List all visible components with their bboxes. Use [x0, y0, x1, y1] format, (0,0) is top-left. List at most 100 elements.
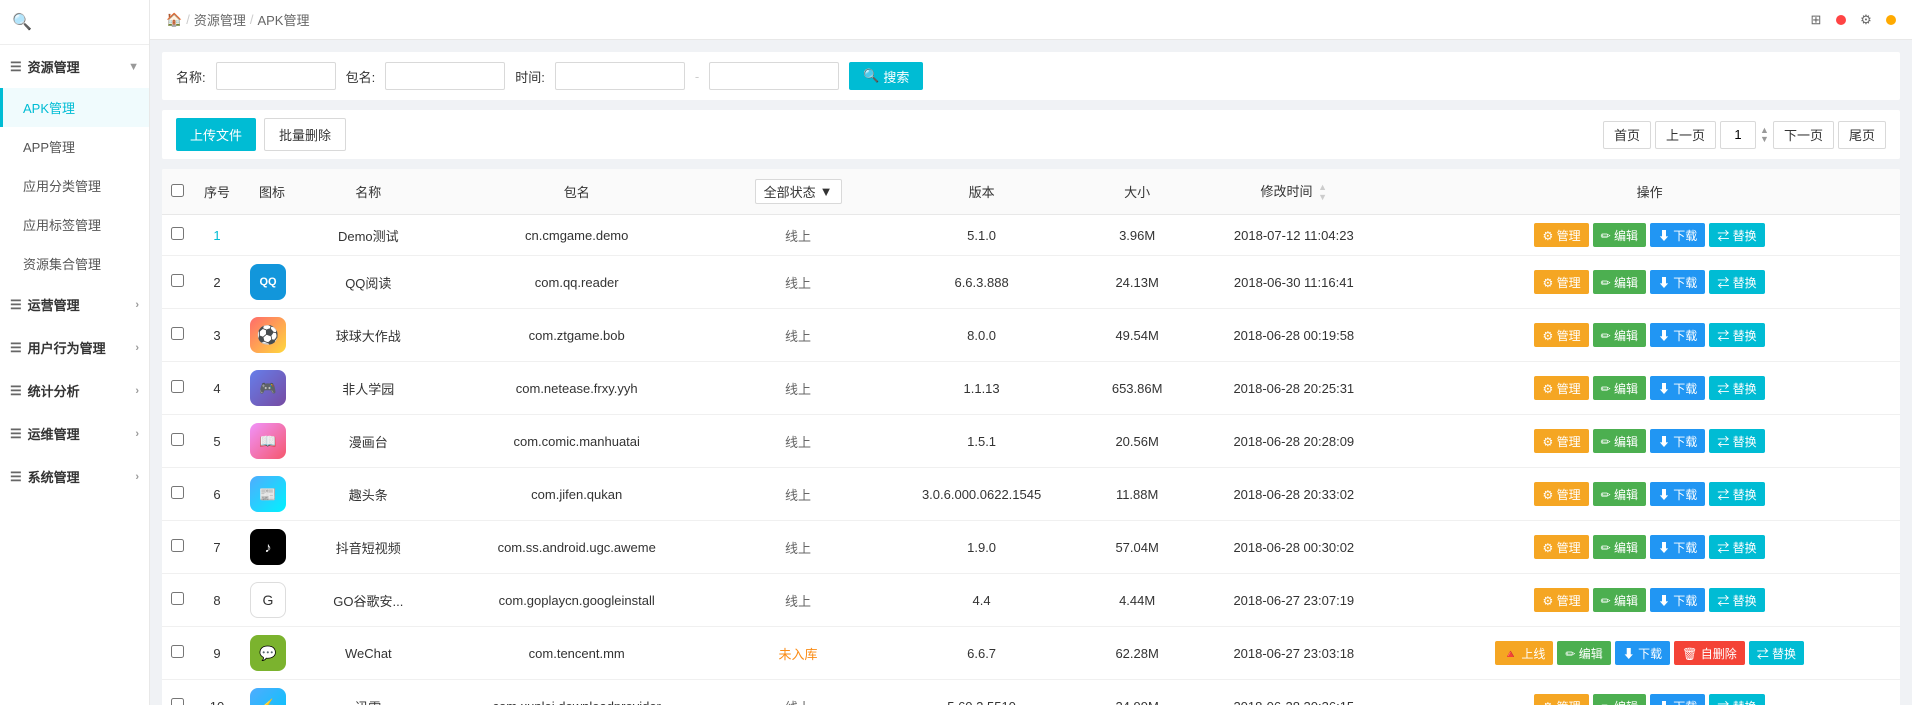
download-btn[interactable]: ⬇ 下载 — [1650, 694, 1705, 705]
sidebar-group-operations-header[interactable]: ☰ 运营管理 › — [0, 283, 149, 326]
download-btn[interactable]: ⬇ 下载 — [1650, 223, 1705, 247]
size-cell: 4.44M — [1086, 574, 1189, 627]
select-all-checkbox[interactable] — [171, 184, 184, 197]
manage-btn[interactable]: ⚙ 管理 — [1534, 482, 1588, 506]
page-number-input[interactable]: 1 — [1720, 121, 1756, 149]
sidebar-item-app-category[interactable]: 应用分类管理 — [0, 166, 149, 205]
sidebar-group-system-header[interactable]: ☰ 系统管理 › — [0, 455, 149, 498]
manage-btn[interactable]: ⚙ 管理 — [1534, 223, 1588, 247]
home-icon[interactable]: 🏠 — [166, 12, 182, 28]
icon-cell: ⚡ — [242, 680, 302, 705]
row-checkbox[interactable] — [171, 698, 184, 705]
grid-icon[interactable]: ⊞ — [1804, 8, 1828, 32]
download-btn[interactable]: ⬇ 下载 — [1615, 641, 1670, 665]
settings-icon[interactable]: ⚙ — [1854, 8, 1878, 32]
next-page-button[interactable]: 下一页 — [1773, 121, 1834, 149]
row-checkbox[interactable] — [171, 274, 184, 287]
edit-btn[interactable]: ✏ 编辑 — [1593, 694, 1646, 705]
row-checkbox[interactable] — [171, 539, 184, 552]
time-cell: 2018-07-12 11:04:23 — [1188, 215, 1399, 256]
manage-btn[interactable]: ⚙ 管理 — [1534, 694, 1588, 705]
page-down-arrow[interactable]: ▼ — [1760, 135, 1769, 144]
name-input[interactable] — [216, 62, 336, 90]
row-checkbox[interactable] — [171, 486, 184, 499]
time-start-input[interactable] — [555, 62, 685, 90]
sidebar-group-ops-header[interactable]: ☰ 运维管理 › — [0, 412, 149, 455]
download-btn[interactable]: ⬇ 下载 — [1650, 429, 1705, 453]
sidebar-item-app[interactable]: APP管理 — [0, 127, 149, 166]
package-cell: com.goplaycn.googleinstall — [435, 574, 719, 627]
sidebar-group-resources-header[interactable]: ☰ 资源管理 ▼ — [0, 45, 149, 88]
replace-btn[interactable]: ⇄ 替换 — [1709, 588, 1764, 612]
col-status[interactable]: 全部状态 ▼ — [719, 169, 878, 215]
sidebar-item-resource-collection[interactable]: 资源集合管理 — [0, 244, 149, 283]
action-buttons: ⚙ 管理 ✏ 编辑 ⬇ 下载 ⇄ 替换 — [1407, 376, 1892, 400]
manage-btn[interactable]: ⚙ 管理 — [1534, 588, 1588, 612]
replace-btn[interactable]: ⇄ 替换 — [1709, 535, 1764, 559]
edit-btn[interactable]: ✏ 编辑 — [1557, 641, 1610, 665]
download-btn[interactable]: ⬇ 下载 — [1650, 376, 1705, 400]
replace-btn[interactable]: ⇄ 替换 — [1749, 641, 1804, 665]
seq-cell: 2 — [192, 256, 242, 309]
manage-btn[interactable]: ⚙ 管理 — [1534, 429, 1588, 453]
edit-btn[interactable]: ✏ 编辑 — [1593, 535, 1646, 559]
sidebar-search[interactable]: 🔍 — [0, 0, 149, 45]
seq-cell: 5 — [192, 415, 242, 468]
row-checkbox[interactable] — [171, 380, 184, 393]
col-update-time[interactable]: 修改时间 ▲▼ — [1188, 169, 1399, 215]
edit-btn[interactable]: ✏ 编辑 — [1593, 323, 1646, 347]
row-checkbox[interactable] — [171, 227, 184, 240]
seq-link[interactable]: 1 — [213, 228, 220, 243]
size-cell: 62.28M — [1086, 627, 1189, 680]
batch-delete-button[interactable]: 批量删除 — [264, 118, 346, 151]
download-btn[interactable]: ⬇ 下载 — [1650, 323, 1705, 347]
manage-btn[interactable]: ⚙ 管理 — [1534, 323, 1588, 347]
edit-btn[interactable]: ✏ 编辑 — [1593, 588, 1646, 612]
replace-btn[interactable]: ⇄ 替换 — [1709, 482, 1764, 506]
replace-btn[interactable]: ⇄ 替换 — [1709, 376, 1764, 400]
sidebar-group-resources-label: 资源管理 — [28, 57, 80, 76]
breadcrumb-apk: APK管理 — [257, 10, 309, 29]
replace-btn[interactable]: ⇄ 替换 — [1709, 270, 1764, 294]
prev-page-button[interactable]: 上一页 — [1655, 121, 1716, 149]
chevron-right-icon-3: › — [135, 385, 139, 397]
replace-btn[interactable]: ⇄ 替换 — [1709, 694, 1764, 705]
sidebar-item-apk[interactable]: APK管理 — [0, 88, 149, 127]
replace-btn[interactable]: ⇄ 替换 — [1709, 223, 1764, 247]
edit-btn[interactable]: ✏ 编辑 — [1593, 270, 1646, 294]
package-cell: com.jifen.qukan — [435, 468, 719, 521]
time-end-input[interactable] — [709, 62, 839, 90]
download-btn[interactable]: ⬇ 下载 — [1650, 588, 1705, 612]
row-checkbox[interactable] — [171, 327, 184, 340]
replace-btn[interactable]: ⇄ 替换 — [1709, 323, 1764, 347]
replace-btn[interactable]: ⇄ 替换 — [1709, 429, 1764, 453]
online-btn[interactable]: 🔺 上线 — [1495, 641, 1553, 665]
manage-btn[interactable]: ⚙ 管理 — [1534, 270, 1588, 294]
edit-btn[interactable]: ✏ 编辑 — [1593, 376, 1646, 400]
edit-btn[interactable]: ✏ 编辑 — [1593, 223, 1646, 247]
manage-btn[interactable]: ⚙ 管理 — [1534, 535, 1588, 559]
status-cell: 线上 — [719, 256, 878, 309]
upload-file-button[interactable]: 上传文件 — [176, 118, 256, 151]
last-page-button[interactable]: 尾页 — [1838, 121, 1886, 149]
name-cell: 非人学园 — [302, 362, 435, 415]
delete-btn[interactable]: 🗑 自删除 — [1674, 641, 1745, 665]
row-checkbox[interactable] — [171, 645, 184, 658]
breadcrumb-resources[interactable]: 资源管理 — [194, 10, 246, 29]
sidebar-group-user-behavior-header[interactable]: ☰ 用户行为管理 › — [0, 326, 149, 369]
menu-icon-5: ☰ — [10, 426, 22, 442]
manage-btn[interactable]: ⚙ 管理 — [1534, 376, 1588, 400]
edit-btn[interactable]: ✏ 编辑 — [1593, 429, 1646, 453]
sidebar-item-app-tag[interactable]: 应用标签管理 — [0, 205, 149, 244]
download-btn[interactable]: ⬇ 下载 — [1650, 270, 1705, 294]
edit-btn[interactable]: ✏ 编辑 — [1593, 482, 1646, 506]
sidebar-group-stats-header[interactable]: ☰ 统计分析 › — [0, 369, 149, 412]
row-checkbox[interactable] — [171, 592, 184, 605]
row-checkbox[interactable] — [171, 433, 184, 446]
download-btn[interactable]: ⬇ 下载 — [1650, 535, 1705, 559]
package-input[interactable] — [385, 62, 505, 90]
col-seq: 序号 — [192, 169, 242, 215]
download-btn[interactable]: ⬇ 下载 — [1650, 482, 1705, 506]
search-button[interactable]: 🔍 搜索 — [849, 62, 923, 90]
first-page-button[interactable]: 首页 — [1603, 121, 1651, 149]
